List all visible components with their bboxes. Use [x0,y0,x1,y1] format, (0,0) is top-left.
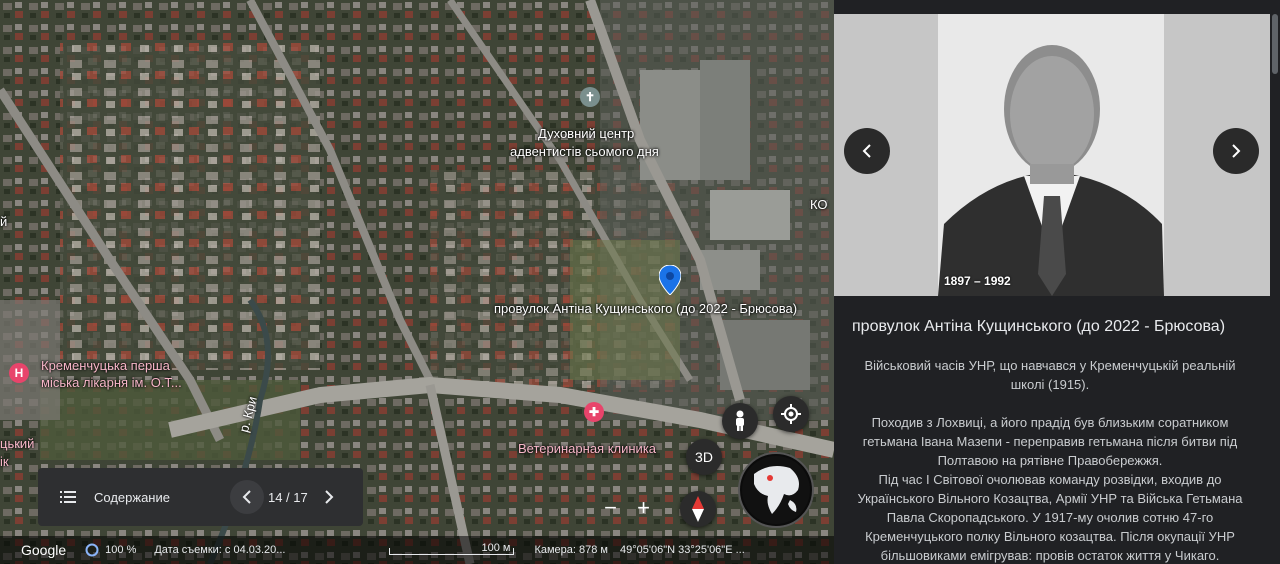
left-edge-label-line2: ік [0,454,9,469]
zoom-controls: − + [594,490,660,526]
chevron-left-icon [242,490,251,504]
slide-counter: 14 / 17 [267,489,308,505]
capture-date: Дата съемки: с 04.03.20... [154,544,286,556]
contents-label[interactable]: Содержание [94,490,170,505]
list-icon[interactable] [60,491,76,503]
left-edge-label-line1: цький [0,436,35,451]
left-top-edge-label: й [0,214,8,229]
zoom-in-button[interactable]: + [637,495,650,521]
panel-description: Військовий часів УНР, що навчався у Крем… [852,356,1248,564]
panel-title: провулок Антіна Кущинського (до 2022 - Б… [852,318,1226,335]
camera-altitude: Камера: 878 м [534,544,608,556]
street-pin-label[interactable]: провулок Антіна Кущинського (до 2022 - Б… [494,301,797,316]
photo-years: 1897 – 1992 [944,274,1011,288]
panel-scrollbar[interactable] [1272,14,1278,524]
zoom-out-button[interactable]: − [604,495,617,521]
scale-label: 100 м [481,542,511,554]
hospital-label-line1[interactable]: Кременчуцька перша [41,358,170,373]
chevron-left-icon [862,144,871,158]
chevron-right-icon [325,490,334,504]
pegman-icon [736,410,744,431]
pegman-button[interactable] [722,403,758,439]
chevron-right-icon [1232,144,1241,158]
loading-percent: 100 % [105,544,137,556]
photo-prev-button[interactable] [844,128,890,174]
compass-icon [692,496,704,522]
scale-bar: 100 м [389,542,515,557]
description-paragraph-1: Військовий часів УНР, що навчався у Крем… [864,358,1236,392]
portrait-image [834,14,1270,296]
my-location-icon [781,404,801,424]
compass-button[interactable] [680,491,716,527]
scrollbar-thumb[interactable] [1272,14,1278,74]
portrait-photo: 1897 – 1992 [834,14,1270,296]
status-bar: Google 100 % Дата съемки: с 04.03.20... … [0,536,834,564]
globe-icon [742,456,810,524]
satellite-map[interactable]: ✝ Духовний центр адвентистів сьомого дня… [0,0,834,564]
vet-clinic-label[interactable]: Ветеринарная клиника [518,441,656,456]
vet-clinic-icon[interactable]: ✚ [584,402,604,422]
description-paragraph-3: Під час І Світової очолював команду розв… [857,472,1243,563]
adventist-center-label-line1[interactable]: Духовний центр [538,126,634,141]
right-edge-label: КО [810,197,828,212]
3d-button[interactable]: 3D [686,439,722,475]
next-slide-button[interactable] [316,480,342,514]
loading-ring-icon [85,543,99,557]
coordinates: 49°05'06"N 33°25'06"E ... [619,544,745,556]
story-panel: 1897 – 1992 провулок Антіна Кущинського … [834,0,1280,564]
hospital-label-line2[interactable]: міська лікарня ім. О.Т... [41,375,182,390]
google-logo: Google [21,542,67,558]
contents-bar: Содержание 14 / 17 [38,468,363,526]
church-icon[interactable]: ✝ [580,87,600,107]
previous-slide-button[interactable] [229,480,264,514]
globe-button[interactable] [738,452,814,528]
photo-next-button[interactable] [1213,128,1259,174]
my-location-button[interactable] [773,396,809,432]
adventist-center-label-line2[interactable]: адвентистів сьомого дня [510,144,659,159]
location-pin-icon[interactable] [659,265,681,295]
description-paragraph-2: Походив з Лохвиці, а його прадід був бли… [862,415,1238,468]
hospital-icon[interactable]: H [9,363,29,383]
